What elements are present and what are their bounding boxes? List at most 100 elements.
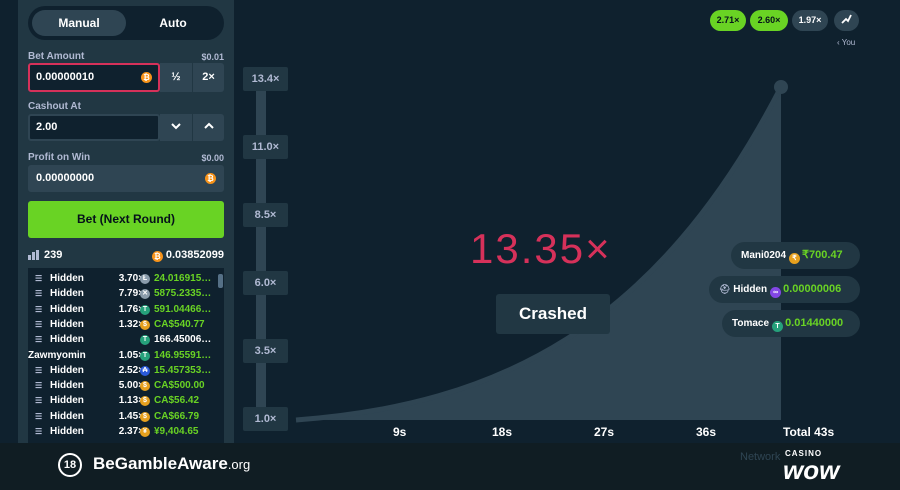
usdt-icon: T [140, 335, 150, 346]
winner-name: Tomace [732, 318, 770, 329]
winner-amount: ₹700.47 [802, 249, 843, 261]
cad-icon: $ [140, 396, 150, 407]
player-amount: ¥9,404.65 [154, 426, 199, 437]
players-icon [28, 250, 39, 260]
profit-label: Profit on Win [28, 152, 91, 163]
player-name: Hidden [50, 364, 84, 376]
list-item[interactable]: ☰ Hidden 1.45× $ CA$66.79 [28, 410, 224, 425]
player-multiplier: 3.70× [118, 273, 144, 284]
player-multiplier: 1.13× [118, 395, 144, 407]
y-tick: 13.4× [243, 67, 288, 91]
bets-list[interactable]: ☰ Hidden 3.70× Ł 24.016915… ☰ Hidden 7.79× ✕ 5875… [28, 268, 224, 448]
list-item[interactable]: ☰ Hidden 2.52× ₳ 15.457353… [28, 364, 224, 379]
casinowow-logo: wow [783, 455, 840, 485]
hidden-user-icon: ☰ [35, 289, 43, 299]
hidden-user-icon: ☰ [35, 365, 43, 375]
x-tick: 36s [696, 425, 717, 439]
tab-auto[interactable]: Auto [126, 10, 220, 36]
double-bet-button[interactable]: 2× [193, 63, 224, 92]
list-item[interactable]: ☰ Hidden 1.76× T 591.04466… [28, 303, 224, 318]
player-name: Hidden [50, 273, 84, 284]
curve-end-dot [774, 80, 788, 94]
cashout-increase-button[interactable] [193, 114, 224, 141]
cad-icon: $ [140, 319, 150, 330]
crashed-label: Crashed [496, 294, 610, 334]
tab-manual[interactable]: Manual [32, 10, 126, 36]
bet-panel: Manual Auto Bet Amount $0.01 0.00000010 … [18, 0, 234, 490]
brand-name: BeGambleAware [93, 454, 228, 473]
cad-icon: $ [140, 381, 150, 392]
cashout-decrease-button[interactable] [160, 114, 192, 141]
players-count: 239 [44, 249, 63, 261]
player-amount: 24.016915… [154, 273, 212, 284]
profit-value: 0.00000000 [36, 172, 95, 184]
half-bet-button[interactable]: ½ [160, 63, 192, 92]
list-item[interactable]: ☰ Hidden 3.70× Ł 24.016915… [28, 272, 224, 287]
player-amount: CA$56.42 [154, 395, 200, 407]
crash-chart: 2.71× 2.60× 1.97× ‹ You 13.4× 11.0× 8.5×… [236, 0, 872, 450]
list-item[interactable]: ☰ Hidden 5.00× $ CA$500.00 [28, 379, 224, 394]
bet-button[interactable]: Bet (Next Round) [28, 201, 224, 238]
player-multiplier: 1.45× [118, 410, 144, 422]
player-amount: 15.457353… [154, 364, 212, 376]
bitcoin-icon: ₿ [151, 251, 163, 262]
x-tick: 27s [594, 425, 615, 439]
mode-tabs: Manual Auto [28, 6, 224, 40]
player-multiplier: 2.52× [118, 364, 144, 376]
usdt-icon: T [140, 350, 150, 361]
list-item[interactable]: ☰ Hidden 1.13× $ CA$56.42 [28, 394, 224, 409]
bitcoin-icon: ₿ [141, 72, 152, 83]
hidden-user-icon: ☰ [35, 427, 43, 436]
list-item[interactable]: ☰ Hidden -T 166.45006… [28, 333, 224, 348]
hidden-user-icon: ☰ [35, 274, 43, 283]
player-name: Hidden [50, 426, 84, 437]
player-name: Zawmyomin [28, 349, 86, 361]
player-name: Hidden [50, 410, 84, 422]
list-item[interactable]: ☰ Hidden 2.37× ¥ ¥9,404.65 [28, 425, 224, 440]
winner-amount: 0.01440000 [785, 317, 844, 329]
player-name: Hidden [50, 380, 84, 392]
bet-amount-input[interactable]: 0.00000010 ₿ [28, 63, 160, 92]
age-18-icon: 18 [58, 453, 82, 477]
ada-icon: ₳ [140, 365, 150, 376]
ltc-icon: Ł [140, 274, 150, 284]
player-name: Hidden [50, 288, 84, 300]
player-amount: CA$540.77 [154, 318, 205, 330]
jpy-icon: ¥ [140, 427, 150, 437]
cashout-input[interactable]: 2.00 [28, 114, 160, 141]
coin-icon: ∞ [770, 287, 782, 298]
player-amount: 5875.2335… [154, 288, 212, 300]
hidden-user-icon: ☰ [35, 319, 43, 329]
chevron-up-icon [203, 122, 214, 129]
player-name: Hidden [50, 334, 84, 346]
list-item[interactable]: Zawmyomin 1.05× T 146.95591… [28, 349, 224, 364]
network-label: Network [740, 451, 781, 463]
bet-amount-label: Bet Amount [28, 51, 85, 62]
begambleaware-logo[interactable]: BeGambleAware.org [93, 454, 250, 474]
total-bet: ₿ 0.03852099 [151, 249, 224, 262]
round-stats: 239 ₿ 0.03852099 [28, 249, 224, 263]
y-tick: 3.5× [243, 339, 288, 363]
list-item[interactable]: ☰ Hidden 1.32× $ CA$540.77 [28, 318, 224, 333]
y-tick: 6.0× [243, 271, 288, 295]
player-multiplier: 1.76× [118, 303, 144, 315]
y-tick: 8.5× [243, 203, 288, 227]
brand-tld: .org [227, 457, 251, 472]
winner-name: Hidden [733, 284, 768, 295]
player-amount: CA$66.79 [154, 410, 200, 422]
profit-field: 0.00000000 ₿ [28, 165, 224, 192]
hidden-user-icon: ☰ [35, 381, 43, 391]
winner-pill: Mani0204 ₹ ₹700.47 [731, 242, 860, 269]
crash-multiplier: 13.35× [470, 225, 612, 272]
hidden-user-icon: ☰ [35, 411, 43, 421]
player-multiplier: 5.00× [118, 380, 144, 392]
player-name: Hidden [50, 395, 84, 407]
player-multiplier: 1.32× [118, 318, 144, 330]
player-multiplier: - [98, 334, 144, 345]
x-tick: 9s [393, 425, 407, 439]
bet-amount-usd: $0.01 [201, 52, 224, 62]
usdt-icon: T [140, 304, 150, 315]
list-item[interactable]: ☰ Hidden 7.79× ✕ 5875.2335… [28, 287, 224, 302]
player-amount: 146.95591… [154, 349, 212, 361]
player-amount: CA$500.00 [154, 380, 205, 392]
